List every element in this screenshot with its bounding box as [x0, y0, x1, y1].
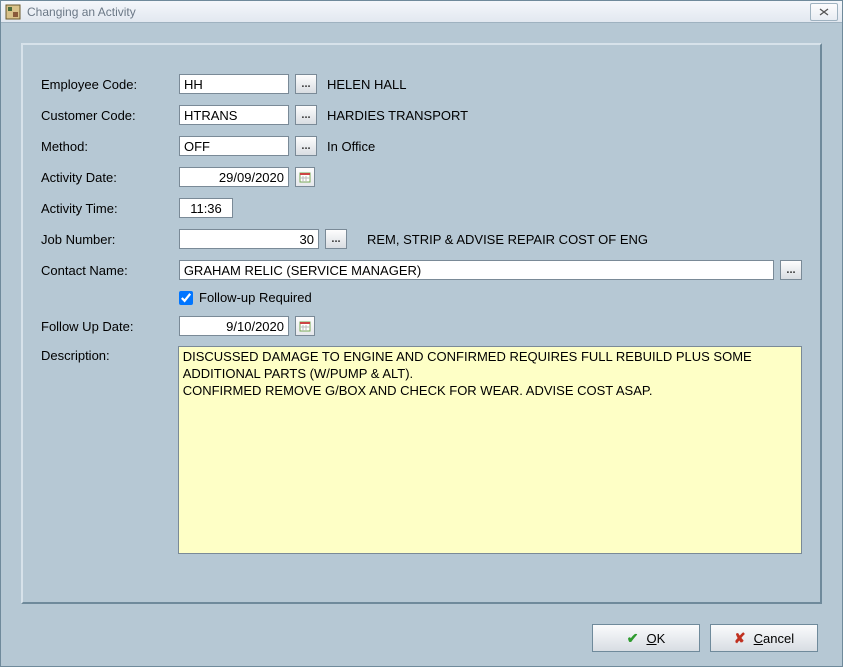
- label-method: Method:: [41, 139, 179, 154]
- app-icon: [5, 4, 21, 20]
- customer-name-display: HARDIES TRANSPORT: [327, 108, 468, 123]
- ok-button[interactable]: ✔ OK: [592, 624, 700, 652]
- method-code-input[interactable]: [179, 136, 289, 156]
- follow-up-date-calendar-button[interactable]: [295, 316, 315, 336]
- label-contact-name: Contact Name:: [41, 263, 179, 278]
- check-icon: ✔: [627, 630, 639, 647]
- employee-name-display: HELEN HALL: [327, 77, 406, 92]
- label-activity-date: Activity Date:: [41, 170, 179, 185]
- method-name-display: In Office: [327, 139, 375, 154]
- dialog-window: Changing an Activity Employee Code: ... …: [0, 0, 843, 667]
- form-panel: Employee Code: ... HELEN HALL Customer C…: [21, 43, 822, 604]
- activity-date-input[interactable]: [179, 167, 289, 187]
- titlebar: Changing an Activity: [1, 1, 842, 23]
- customer-code-input[interactable]: [179, 105, 289, 125]
- label-description: Description:: [41, 346, 178, 363]
- label-employee-code: Employee Code:: [41, 77, 179, 92]
- employee-code-input[interactable]: [179, 74, 289, 94]
- window-title: Changing an Activity: [27, 5, 810, 19]
- calendar-icon: [299, 320, 311, 332]
- label-follow-up-date: Follow Up Date:: [41, 319, 179, 334]
- label-activity-time: Activity Time:: [41, 201, 179, 216]
- x-icon: ✘: [734, 630, 746, 647]
- label-job-number: Job Number:: [41, 232, 179, 247]
- follow-up-date-input[interactable]: [179, 316, 289, 336]
- contact-name-input[interactable]: [179, 260, 774, 280]
- description-textarea[interactable]: [178, 346, 802, 554]
- close-icon: [819, 8, 829, 16]
- job-description-display: REM, STRIP & ADVISE REPAIR COST OF ENG: [367, 232, 648, 247]
- close-button[interactable]: [810, 3, 838, 21]
- job-number-input[interactable]: [179, 229, 319, 249]
- button-bar: ✔ OK ✘ Cancel: [592, 624, 818, 652]
- label-follow-up-required: Follow-up Required: [199, 290, 312, 305]
- activity-date-calendar-button[interactable]: [295, 167, 315, 187]
- activity-time-input[interactable]: [179, 198, 233, 218]
- customer-lookup-button[interactable]: ...: [295, 105, 317, 125]
- contact-lookup-button[interactable]: ...: [780, 260, 802, 280]
- label-customer-code: Customer Code:: [41, 108, 179, 123]
- job-lookup-button[interactable]: ...: [325, 229, 347, 249]
- cancel-button[interactable]: ✘ Cancel: [710, 624, 818, 652]
- method-lookup-button[interactable]: ...: [295, 136, 317, 156]
- calendar-icon: [299, 171, 311, 183]
- follow-up-required-checkbox[interactable]: [179, 291, 193, 305]
- employee-lookup-button[interactable]: ...: [295, 74, 317, 94]
